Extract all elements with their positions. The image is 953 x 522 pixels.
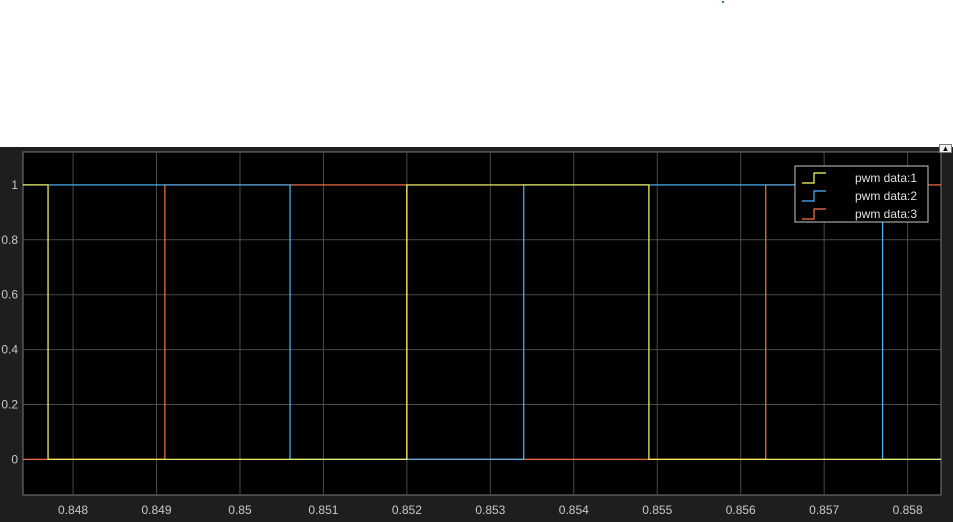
- x-tick-label: 0.851: [308, 503, 338, 517]
- x-tick-label: 0.853: [475, 503, 505, 517]
- x-tick-label: 0.848: [58, 503, 88, 517]
- y-tick-label: 0: [11, 452, 18, 466]
- expand-icon[interactable]: ▲: [939, 144, 952, 153]
- blue-dot-marker: [722, 1, 724, 3]
- blank-header-area: [0, 0, 953, 147]
- x-tick-label: 0.849: [142, 503, 172, 517]
- legend-label-2: pwm data:2: [855, 189, 917, 203]
- legend-label-1: pwm data:1: [855, 171, 917, 185]
- x-tick-label: 0.85: [228, 503, 252, 517]
- y-tick-label: 0.8: [1, 233, 18, 247]
- legend-label-3: pwm data:3: [855, 207, 917, 221]
- x-tick-label: 0.857: [809, 503, 839, 517]
- legend[interactable]: pwm data:1 pwm data:2 pwm data:3: [794, 165, 929, 223]
- y-tick-label: 0.4: [1, 343, 18, 357]
- y-axis: 0 0.2 0.4 0.6 0.8 1: [1, 178, 18, 466]
- x-tick-label: 0.856: [726, 503, 756, 517]
- y-tick-label: 0.2: [1, 397, 18, 411]
- scope-chart: 00.20.40.60.81 0.848 0.849 0.85 0.851 0.852 0…: [1, 151, 942, 517]
- y-tick-label: 1: [11, 178, 18, 192]
- x-tick-label: 0.854: [559, 503, 589, 517]
- y-tick-label: 0.6: [1, 288, 18, 302]
- x-tick-label: 0.858: [893, 503, 923, 517]
- x-axis: 0.848 0.849 0.85 0.851 0.852 0.853 0.854 0.855 0…: [58, 503, 923, 517]
- x-tick-label: 0.855: [642, 503, 672, 517]
- scope-panel: 0 0.2 0.4 0.6 0.8 1 0.848 0.849 0.85 0.851 0.852 0…: [0, 147, 953, 522]
- x-tick-label: 0.852: [392, 503, 422, 517]
